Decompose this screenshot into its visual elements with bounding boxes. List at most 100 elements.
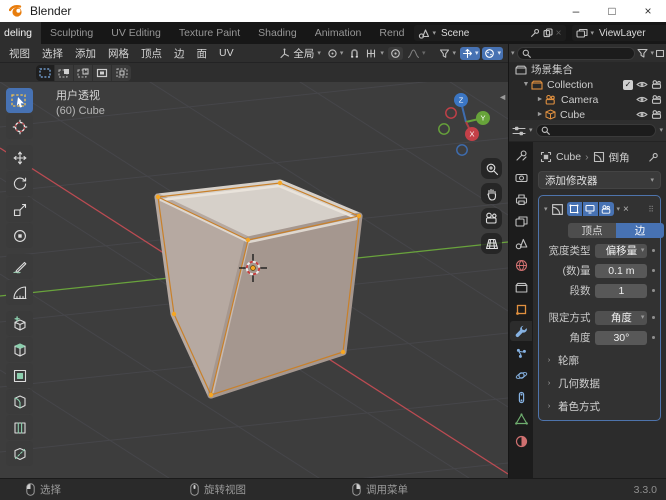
navigation-gizmo[interactable]: Z Y X bbox=[430, 90, 506, 162]
section-geometry[interactable]: › 几何数据 bbox=[544, 376, 655, 391]
tab-output[interactable] bbox=[510, 189, 532, 209]
outliner-search-input[interactable] bbox=[516, 46, 636, 60]
disable-render-camera-icon[interactable] bbox=[651, 110, 663, 119]
hide-eye-icon[interactable] bbox=[636, 110, 648, 119]
modifier-extras-icon[interactable]: ▾ bbox=[617, 206, 621, 213]
tab-rendering[interactable]: Rend bbox=[370, 22, 413, 44]
gizmos-toggle[interactable]: ▾ bbox=[459, 46, 481, 60]
breadcrumb-modifier[interactable]: 倒角 bbox=[609, 150, 630, 165]
collapse-icon[interactable]: ► bbox=[535, 96, 545, 103]
select-mode-intersect-button[interactable] bbox=[112, 65, 131, 81]
menu-edge[interactable]: 边 bbox=[168, 46, 191, 61]
tab-object-data[interactable] bbox=[510, 409, 532, 429]
zoom-view-button[interactable] bbox=[481, 158, 502, 179]
select-mode-extend-button[interactable] bbox=[55, 64, 74, 81]
editor-type-chevron-icon[interactable]: ▾ bbox=[511, 50, 515, 57]
tool-move[interactable] bbox=[6, 145, 33, 170]
toggle-ortho-grid-button[interactable] bbox=[481, 233, 502, 254]
menu-add[interactable]: 添加 bbox=[69, 46, 102, 61]
tool-box-select[interactable] bbox=[6, 88, 33, 113]
tool-annotate[interactable] bbox=[6, 254, 33, 279]
menu-uv[interactable]: UV bbox=[213, 47, 240, 59]
hide-eye-icon[interactable] bbox=[636, 80, 648, 89]
animate-dot[interactable] bbox=[652, 289, 656, 292]
add-modifier-dropdown[interactable]: 添加修改器 ▾ bbox=[538, 171, 661, 189]
tab-physics[interactable] bbox=[510, 365, 532, 385]
segments-field[interactable]: 1 bbox=[595, 283, 648, 298]
scene-selector[interactable]: ▾ Scene × bbox=[413, 25, 566, 41]
outliner-row-scene-collection[interactable]: 场景集合 bbox=[509, 62, 666, 77]
tab-tool[interactable] bbox=[510, 145, 532, 165]
outliner-row-cube[interactable]: ► Cube bbox=[509, 107, 666, 120]
menu-select[interactable]: 选择 bbox=[36, 46, 69, 61]
tool-rotate[interactable] bbox=[6, 171, 33, 196]
properties-editor-icon[interactable] bbox=[512, 125, 526, 137]
collection-checkbox[interactable]: ✓ bbox=[623, 79, 633, 90]
breadcrumb-object[interactable]: Cube bbox=[556, 151, 581, 163]
realtime-display-toggle[interactable] bbox=[582, 202, 598, 216]
tool-knife[interactable] bbox=[6, 441, 33, 466]
tool-scale[interactable] bbox=[6, 197, 33, 222]
visibility-dropdown[interactable]: ▾ bbox=[437, 47, 458, 60]
tab-scene[interactable] bbox=[510, 233, 532, 253]
menu-view[interactable]: 视图 bbox=[3, 46, 36, 61]
close-button[interactable]: × bbox=[630, 0, 666, 22]
menu-face[interactable]: 面 bbox=[191, 46, 214, 61]
section-profile[interactable]: › 轮廓 bbox=[544, 353, 655, 368]
camera-view-button[interactable] bbox=[481, 208, 502, 229]
disable-render-camera-icon[interactable] bbox=[651, 80, 663, 89]
tab-texture-paint[interactable]: Texture Paint bbox=[170, 22, 249, 44]
tool-bevel[interactable] bbox=[6, 389, 33, 414]
chevron-down-icon[interactable]: ▾ bbox=[659, 127, 663, 134]
angle-field[interactable]: 30° bbox=[595, 330, 648, 345]
amount-field[interactable]: 0.1 m bbox=[595, 263, 648, 278]
maximize-button[interactable]: □ bbox=[594, 0, 630, 22]
render-display-toggle[interactable] bbox=[598, 202, 614, 216]
pan-view-button[interactable] bbox=[481, 183, 502, 204]
edit-mode-display-toggle[interactable] bbox=[566, 202, 582, 216]
tab-material[interactable] bbox=[510, 431, 532, 451]
new-collection-icon[interactable] bbox=[656, 48, 664, 58]
tool-loop-cut[interactable] bbox=[6, 415, 33, 440]
filter-icon[interactable] bbox=[637, 48, 649, 58]
tab-constraints[interactable] bbox=[510, 387, 532, 407]
tab-shading[interactable]: Shading bbox=[249, 22, 306, 44]
animate-dot[interactable] bbox=[652, 336, 656, 339]
disable-render-camera-icon[interactable] bbox=[651, 95, 663, 104]
tab-object[interactable] bbox=[510, 299, 532, 319]
affect-edges-button[interactable]: 边 bbox=[616, 223, 664, 238]
tab-collection[interactable] bbox=[510, 277, 532, 297]
hide-eye-icon[interactable] bbox=[636, 95, 648, 104]
delete-modifier-icon[interactable]: × bbox=[623, 204, 629, 215]
pin-icon[interactable] bbox=[648, 152, 659, 163]
properties-search-input[interactable] bbox=[535, 124, 657, 137]
collapse-icon[interactable]: ► bbox=[535, 111, 545, 118]
tab-animation[interactable]: Animation bbox=[306, 22, 371, 44]
outliner-row-camera[interactable]: ► Camera bbox=[509, 92, 666, 107]
proportional-editing-toggle[interactable] bbox=[387, 46, 403, 60]
limit-method-dropdown[interactable]: 角度 ▾ bbox=[595, 310, 648, 325]
tab-view-layer[interactable] bbox=[510, 211, 532, 231]
minimize-button[interactable]: – bbox=[558, 0, 594, 22]
section-shading[interactable]: › 着色方式 bbox=[544, 399, 655, 414]
overlays-toggle[interactable]: ▾ bbox=[482, 46, 503, 60]
outliner-row-collection[interactable]: ▼ Collection ✓ bbox=[509, 77, 666, 92]
pivot-point-dropdown[interactable]: ▾ bbox=[325, 47, 346, 60]
tab-render[interactable] bbox=[510, 167, 532, 187]
animate-dot[interactable] bbox=[652, 316, 656, 319]
3d-viewport[interactable]: 用户透视 (60) Cube Z Y X ◄ bbox=[0, 82, 508, 478]
panel-expand-icon[interactable]: ▾ bbox=[544, 206, 548, 213]
tab-world[interactable] bbox=[510, 255, 532, 275]
tab-uv-editing[interactable]: UV Editing bbox=[102, 22, 170, 44]
snap-toggle[interactable] bbox=[347, 47, 362, 60]
tool-inset-faces[interactable] bbox=[6, 363, 33, 388]
tab-particles[interactable] bbox=[510, 343, 532, 363]
select-mode-invert-button[interactable] bbox=[93, 64, 112, 81]
tool-add-cube[interactable] bbox=[6, 311, 33, 336]
expand-icon[interactable]: ▼ bbox=[521, 81, 531, 88]
tab-sculpting[interactable]: Sculpting bbox=[41, 22, 102, 44]
menu-mesh[interactable]: 网格 bbox=[102, 46, 135, 61]
menu-vertex[interactable]: 顶点 bbox=[135, 46, 168, 61]
new-copy-icon[interactable] bbox=[543, 28, 553, 38]
width-type-dropdown[interactable]: 偏移量 ▾ bbox=[595, 243, 648, 258]
